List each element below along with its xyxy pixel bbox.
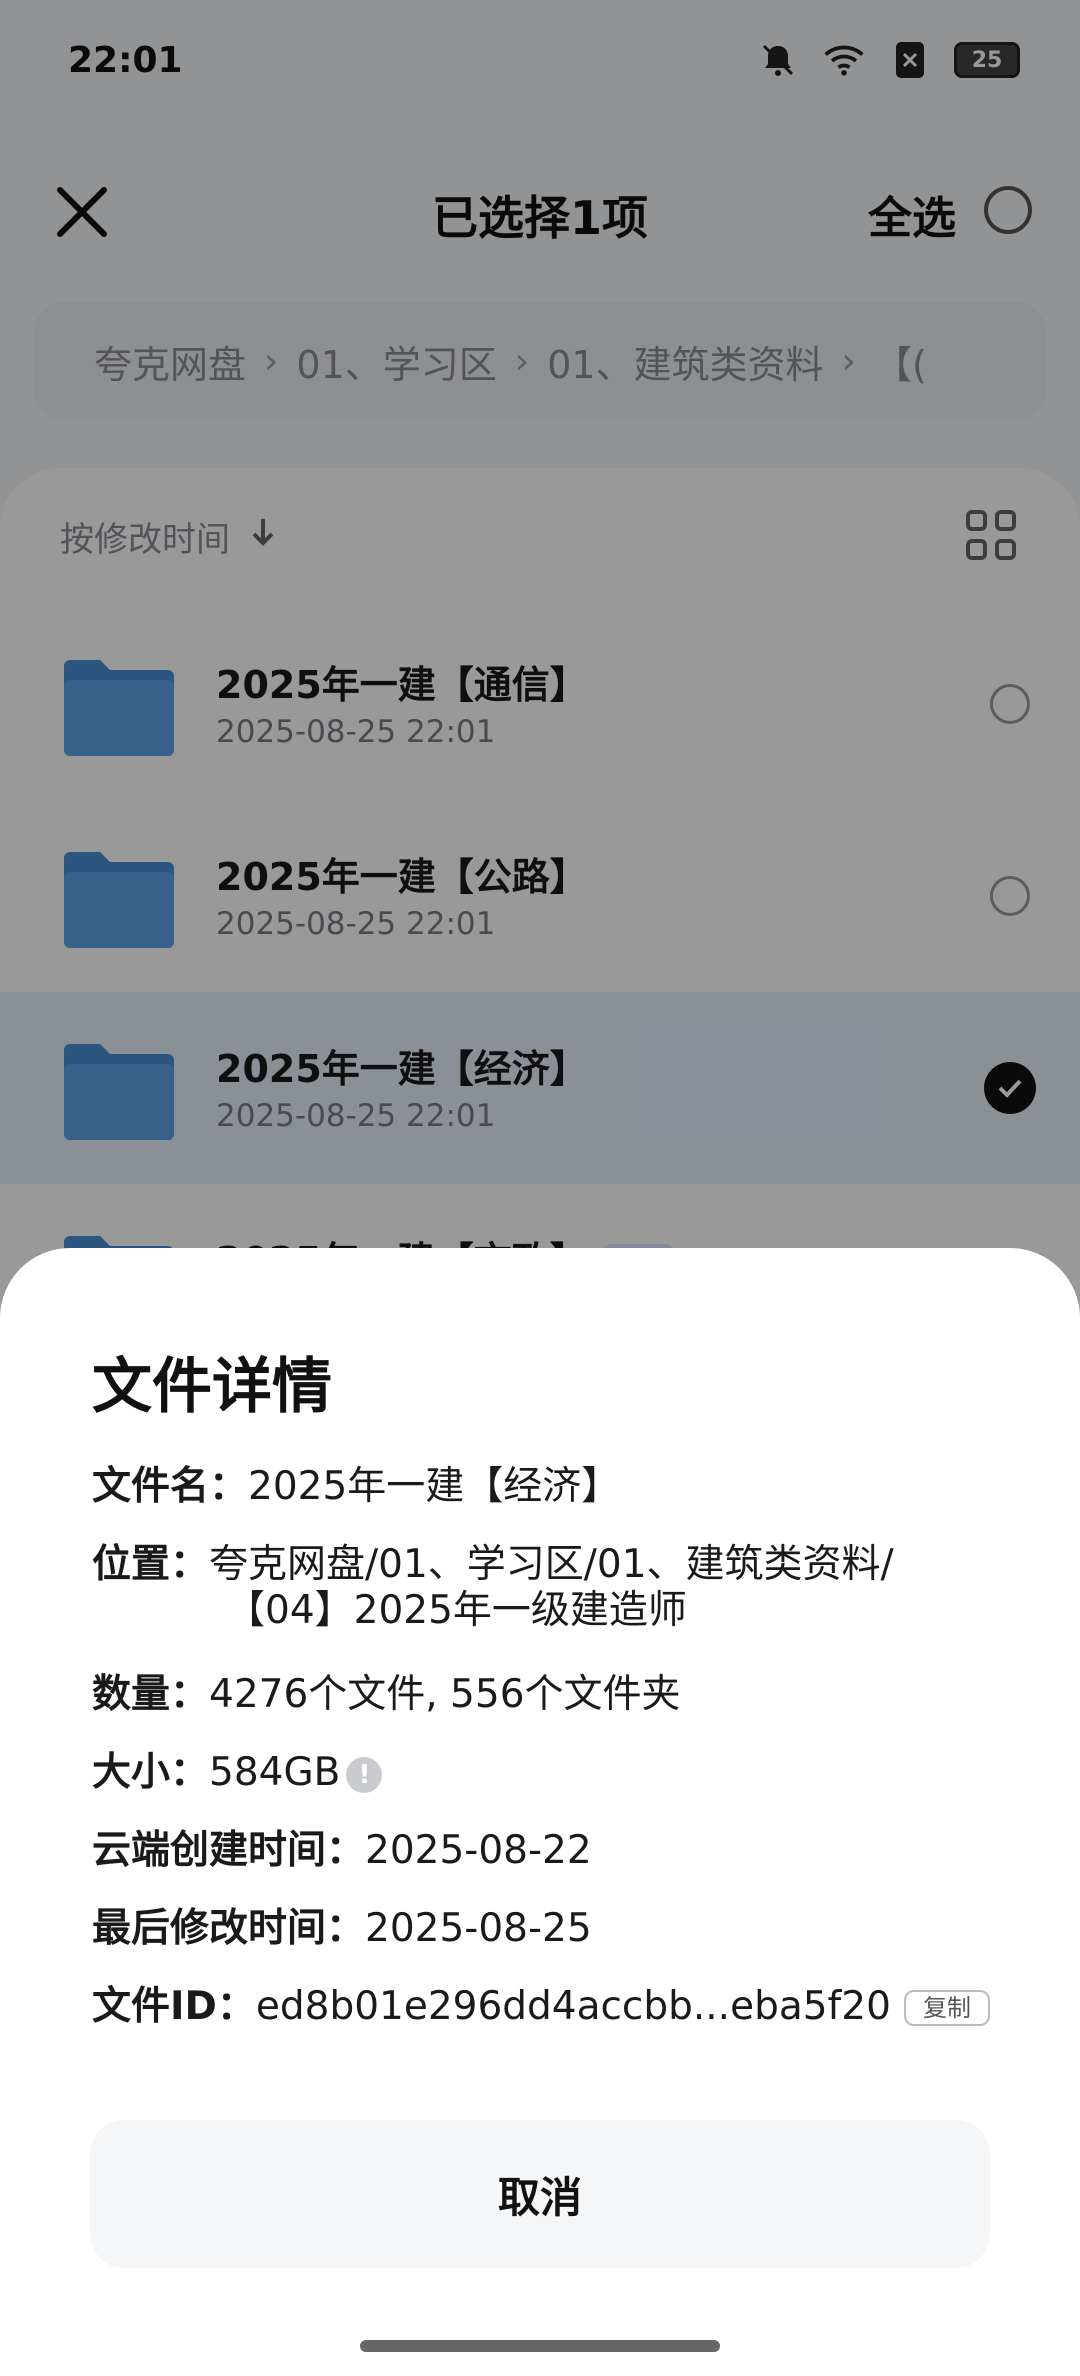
detail-created: 云端创建时间：2025-08-22 [92,1828,592,1874]
home-indicator[interactable] [360,2340,720,2352]
detail-modified: 最后修改时间：2025-08-25 [92,1906,592,1952]
file-details-sheet: 文件详情 文件名：2025年一建【经济】 位置：夸克网盘/01、学习区/01、建… [0,1248,1080,2376]
detail-size: 大小：584GB! [92,1750,383,1796]
detail-value: 4276个文件, 556个文件夹 [209,1672,681,1717]
detail-count: 数量：4276个文件, 556个文件夹 [92,1672,681,1718]
detail-value: 2025年一建【经济】 [248,1464,621,1509]
detail-location: 位置：夸克网盘/01、学习区/01、建筑类资料/ 【04】2025年一级建造师 [92,1542,992,1634]
detail-value: ed8b01e296dd4accbb...eba5f20 [255,1984,891,2029]
copy-button[interactable]: 复制 [904,1990,990,2026]
detail-label: 位置： [92,1542,210,1587]
detail-label: 文件名： [92,1464,249,1509]
detail-label: 云端创建时间： [92,1828,366,1873]
detail-value: 584GB [209,1750,341,1795]
detail-value: 2025-08-25 [365,1906,592,1951]
detail-label: 文件ID： [92,1984,256,2029]
sheet-title: 文件详情 [92,1352,332,1422]
detail-value: 夸克网盘/01、学习区/01、建筑类资料/ [209,1542,894,1587]
detail-label: 大小： [92,1750,210,1795]
detail-value: 2025-08-22 [365,1828,592,1873]
cancel-button[interactable]: 取消 [90,2120,990,2268]
detail-label: 数量： [92,1672,210,1717]
detail-value: 【04】2025年一级建造师 [226,1588,687,1633]
detail-filename: 文件名：2025年一建【经济】 [92,1464,620,1510]
detail-label: 最后修改时间： [92,1906,366,1951]
detail-file-id: 文件ID：ed8b01e296dd4accbb...eba5f20 [92,1984,891,2030]
info-icon[interactable]: ! [346,1756,383,1793]
